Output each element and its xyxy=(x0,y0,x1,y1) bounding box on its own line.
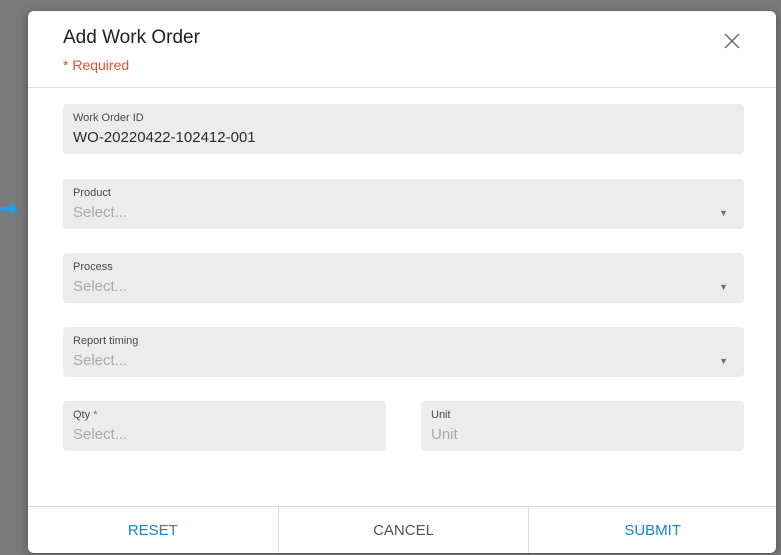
work-order-id-field[interactable]: Work Order ID WO-20220422-102412-001 xyxy=(63,104,744,154)
reset-button[interactable]: RESET xyxy=(28,507,278,553)
unit-input[interactable]: Unit Unit xyxy=(421,401,744,451)
dialog-header: Add Work Order * Required xyxy=(28,11,776,88)
dropdown-caret-icon: ▼ xyxy=(719,282,728,292)
close-button[interactable] xyxy=(718,27,746,55)
process-placeholder: Select... xyxy=(73,278,128,295)
cancel-button[interactable]: CANCEL xyxy=(277,507,529,553)
dropdown-caret-icon: ▼ xyxy=(719,356,728,366)
process-select[interactable]: Process Select... ▼ xyxy=(63,253,744,303)
required-star: * xyxy=(93,409,98,421)
work-order-id-value: WO-20220422-102412-001 xyxy=(73,129,256,146)
report-timing-placeholder: Select... xyxy=(73,352,128,369)
work-order-id-label: Work Order ID xyxy=(73,112,144,124)
add-work-order-dialog: Add Work Order * Required Work Order ID … xyxy=(28,11,776,553)
dialog-title: Add Work Order xyxy=(63,27,200,48)
report-timing-select[interactable]: Report timing Select... ▼ xyxy=(63,327,744,377)
arrow-right-icon xyxy=(0,202,18,216)
qty-placeholder: Select... xyxy=(73,426,128,443)
product-select[interactable]: Product Select... ▼ xyxy=(63,179,744,229)
qty-label: Qty * xyxy=(73,409,97,421)
close-icon xyxy=(724,33,740,49)
product-label: Product xyxy=(73,187,111,199)
qty-label-text: Qty xyxy=(73,409,91,421)
process-label: Process xyxy=(73,261,113,273)
product-placeholder: Select... xyxy=(73,204,128,221)
report-timing-label: Report timing xyxy=(73,335,139,347)
submit-button[interactable]: SUBMIT xyxy=(528,507,776,553)
dropdown-caret-icon: ▼ xyxy=(719,208,728,218)
dialog-footer: RESET CANCEL SUBMIT xyxy=(28,506,776,553)
unit-label: Unit xyxy=(431,409,451,421)
unit-placeholder: Unit xyxy=(431,426,458,443)
required-note: * Required xyxy=(63,57,130,73)
qty-input[interactable]: Qty * Select... xyxy=(63,401,386,451)
